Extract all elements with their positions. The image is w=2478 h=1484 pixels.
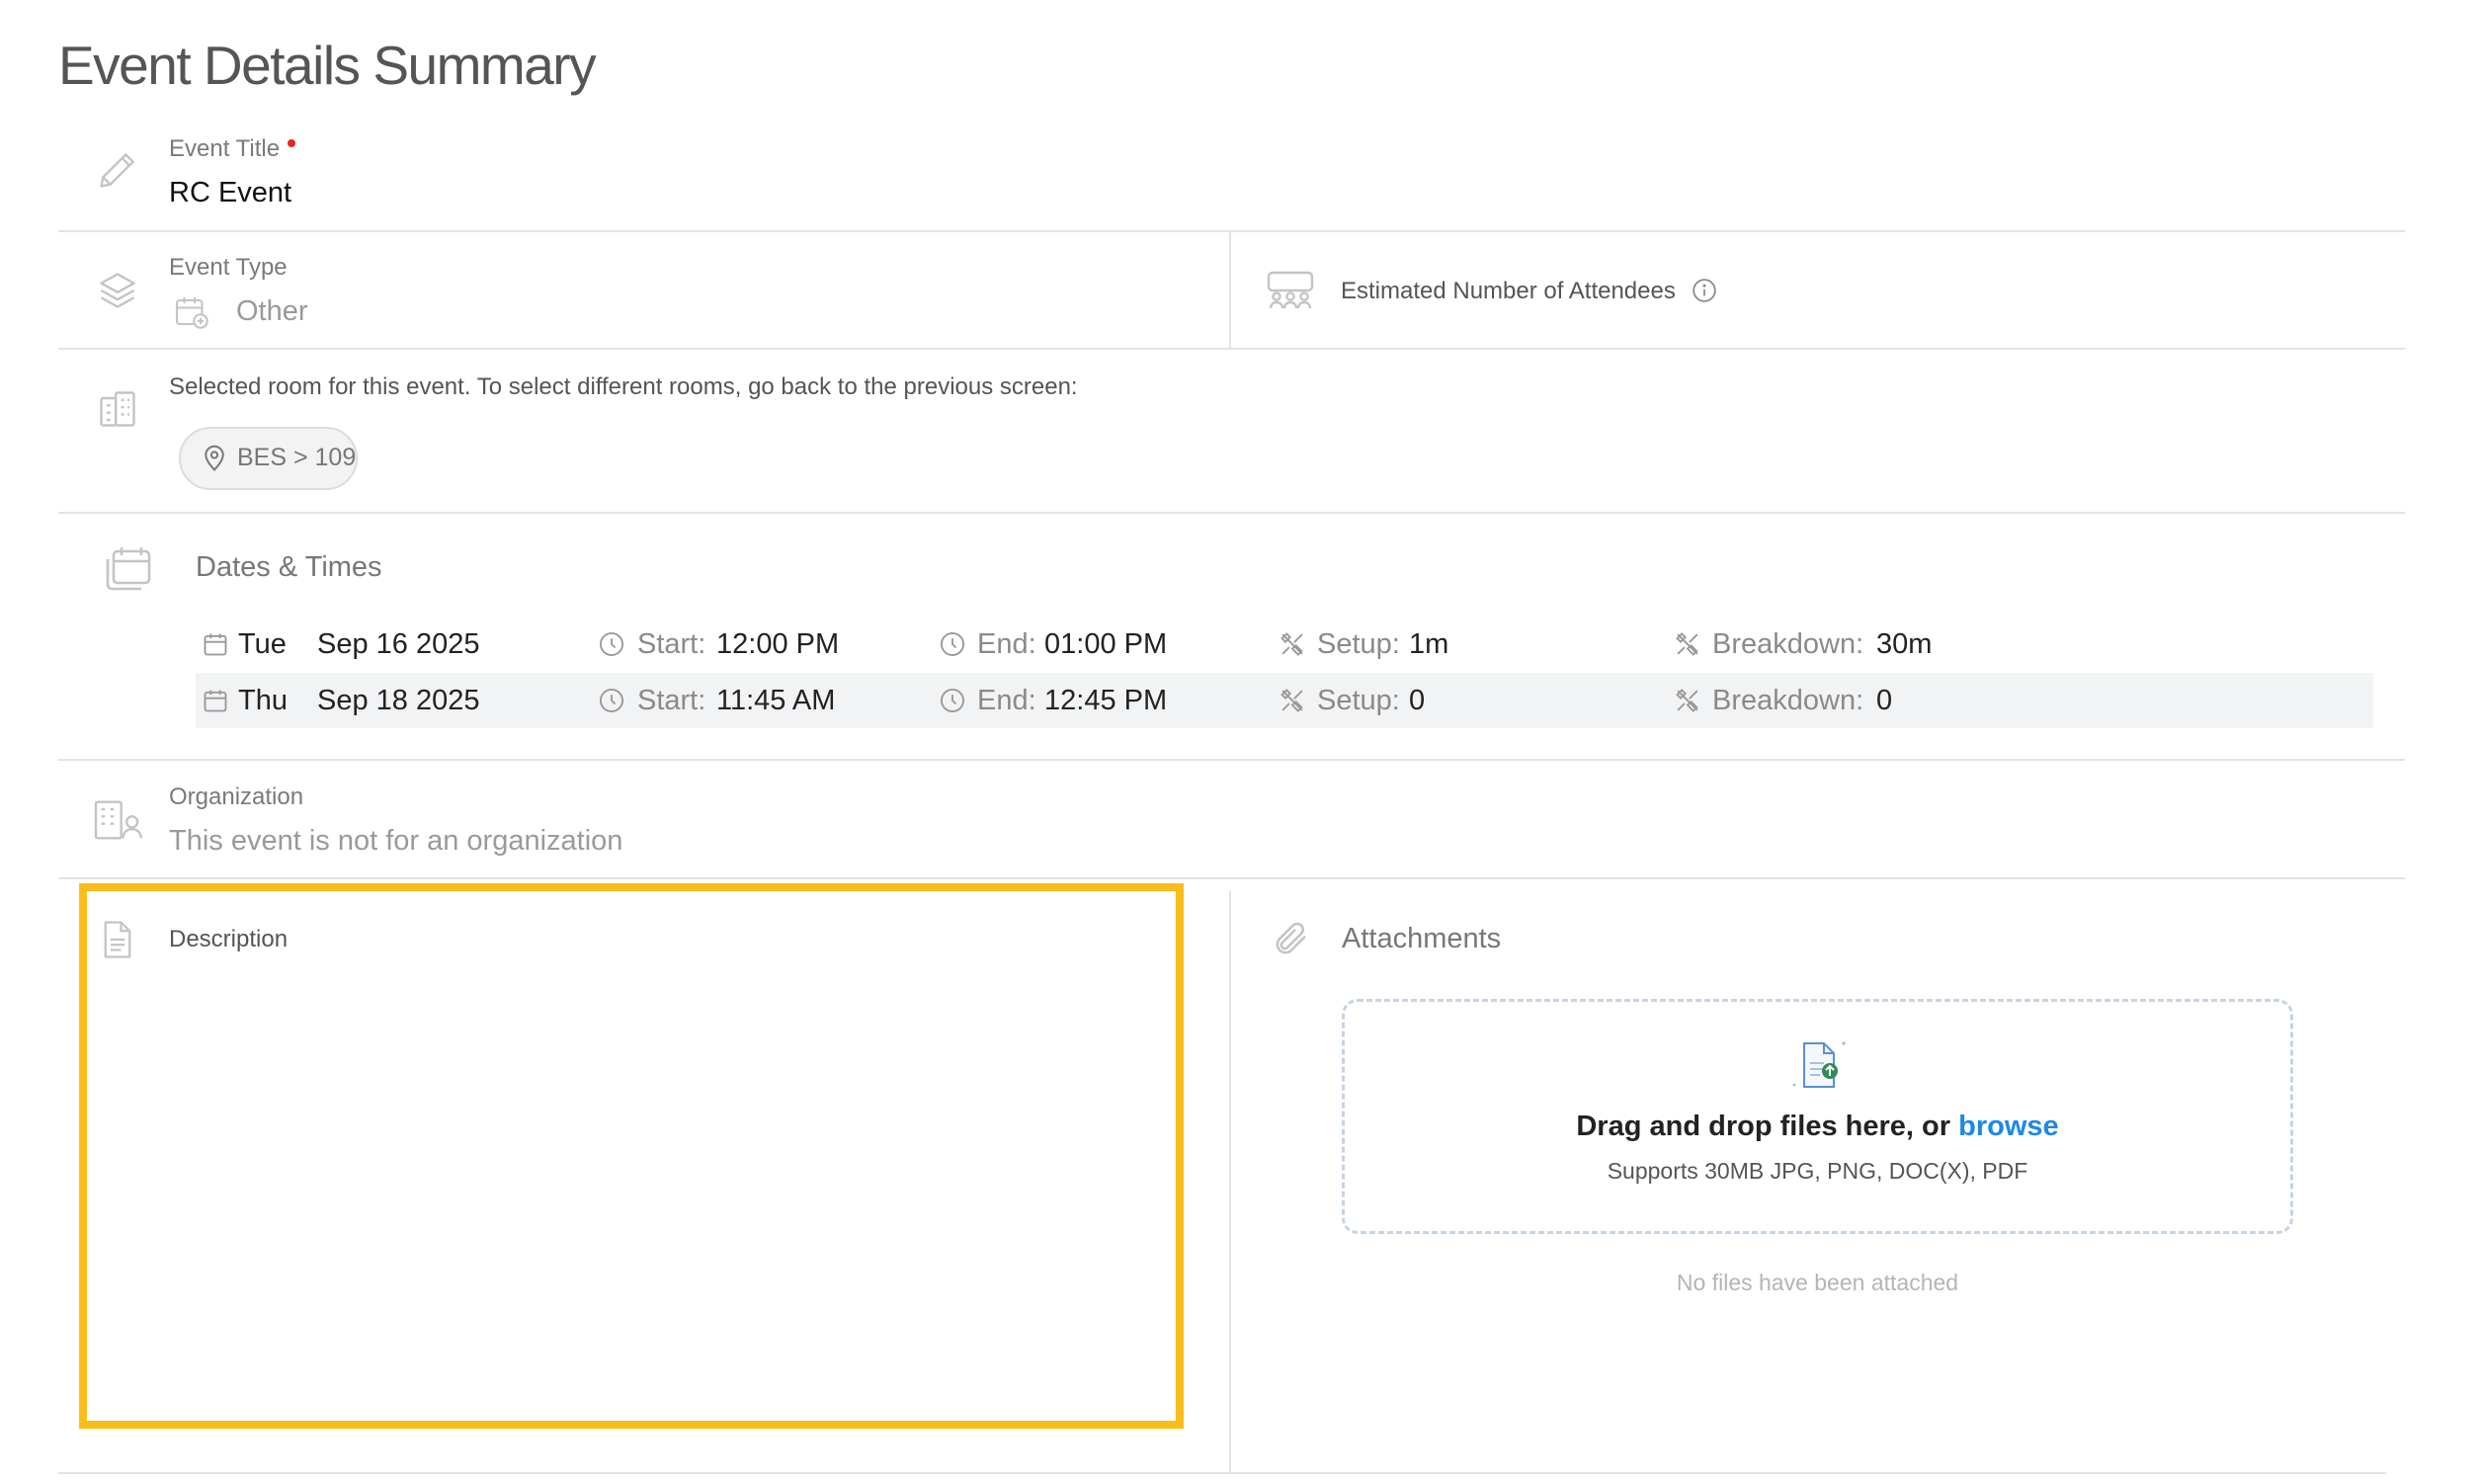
- setup-value: 0: [1409, 685, 1426, 716]
- divider: [58, 877, 2405, 879]
- calendar-icon: [202, 687, 229, 714]
- event-title-label: Event Title: [169, 135, 281, 162]
- breakdown-label: Breakdown:: [1712, 628, 1864, 660]
- page-title: Event Details Summary: [58, 35, 597, 96]
- tools-icon: [1674, 687, 1701, 714]
- organization-value[interactable]: This event is not for an organization: [169, 825, 622, 858]
- end-label: End:: [977, 685, 1036, 716]
- divider: [58, 348, 2405, 350]
- date-value: Sep 18 2025: [317, 685, 480, 716]
- no-files-message: No files have been attached: [1676, 1270, 1959, 1295]
- room-chip-label: BES > 109: [237, 444, 357, 471]
- divider: [58, 759, 2405, 761]
- date-day: Tue: [238, 628, 287, 660]
- attachments-label: Attachments: [1342, 923, 1502, 954]
- drop-text: Drag and drop files here, or: [1576, 1111, 1951, 1142]
- clock-icon: [939, 687, 966, 714]
- attendees-label: Estimated Number of Attendees: [1341, 278, 1676, 304]
- event-type-label: Event Type: [169, 254, 288, 281]
- start-time: 11:45 AM: [716, 685, 836, 716]
- date-day: Thu: [238, 685, 288, 716]
- breakdown-value: 30m: [1876, 628, 1933, 660]
- info-icon[interactable]: [1692, 278, 1717, 303]
- breakdown-label: Breakdown:: [1712, 685, 1864, 716]
- required-indicator: [288, 139, 295, 147]
- location-pin-icon: [200, 443, 229, 472]
- organization-icon: [92, 798, 143, 842]
- drop-instructions: Drag and drop files here, or browse: [1342, 1111, 2293, 1143]
- start-label: Start:: [637, 685, 706, 716]
- calendar-icon: [202, 630, 229, 658]
- breakdown-value: 0: [1876, 685, 1893, 716]
- start-time: 12:00 PM: [716, 628, 840, 660]
- attendees-icon: [1265, 269, 1316, 312]
- room-note: Selected room for this event. To select …: [169, 373, 1078, 400]
- end-time: 12:45 PM: [1044, 685, 1168, 716]
- tools-icon: [1279, 687, 1306, 714]
- setup-label: Setup:: [1317, 628, 1400, 660]
- date-value: Sep 16 2025: [317, 628, 480, 660]
- clock-icon: [598, 687, 625, 714]
- layers-icon: [96, 269, 139, 312]
- setup-value: 1m: [1409, 628, 1449, 660]
- end-label: End:: [977, 628, 1036, 660]
- building-icon: [96, 387, 139, 431]
- start-label: Start:: [637, 628, 706, 660]
- clock-icon: [939, 630, 966, 658]
- description-field[interactable]: [79, 883, 1184, 1429]
- end-time: 01:00 PM: [1044, 628, 1168, 660]
- file-upload-icon: [1786, 1037, 1850, 1093]
- browse-link[interactable]: browse: [1958, 1111, 2059, 1142]
- divider: [58, 1472, 2386, 1474]
- divider: [1229, 232, 1231, 348]
- divider: [58, 512, 2405, 514]
- tools-icon: [1279, 630, 1306, 658]
- dates-heading: Dates & Times: [196, 551, 382, 583]
- divider: [1229, 891, 1231, 1472]
- divider: [58, 230, 2405, 232]
- calendar-add-icon: [174, 294, 209, 330]
- paperclip-icon: [1272, 919, 1311, 958]
- setup-label: Setup:: [1317, 685, 1400, 716]
- clock-icon: [598, 630, 625, 658]
- supported-formats: Supports 30MB JPG, PNG, DOC(X), PDF: [1607, 1158, 2028, 1184]
- event-type-value[interactable]: Other: [236, 295, 308, 328]
- description-label: Description: [169, 926, 289, 952]
- organization-label: Organization: [169, 783, 304, 810]
- document-icon: [99, 919, 136, 960]
- pencil-icon: [96, 148, 139, 192]
- calendar-stack-icon: [102, 543, 153, 595]
- event-title-value[interactable]: RC Event: [169, 177, 291, 209]
- tools-icon: [1674, 630, 1701, 658]
